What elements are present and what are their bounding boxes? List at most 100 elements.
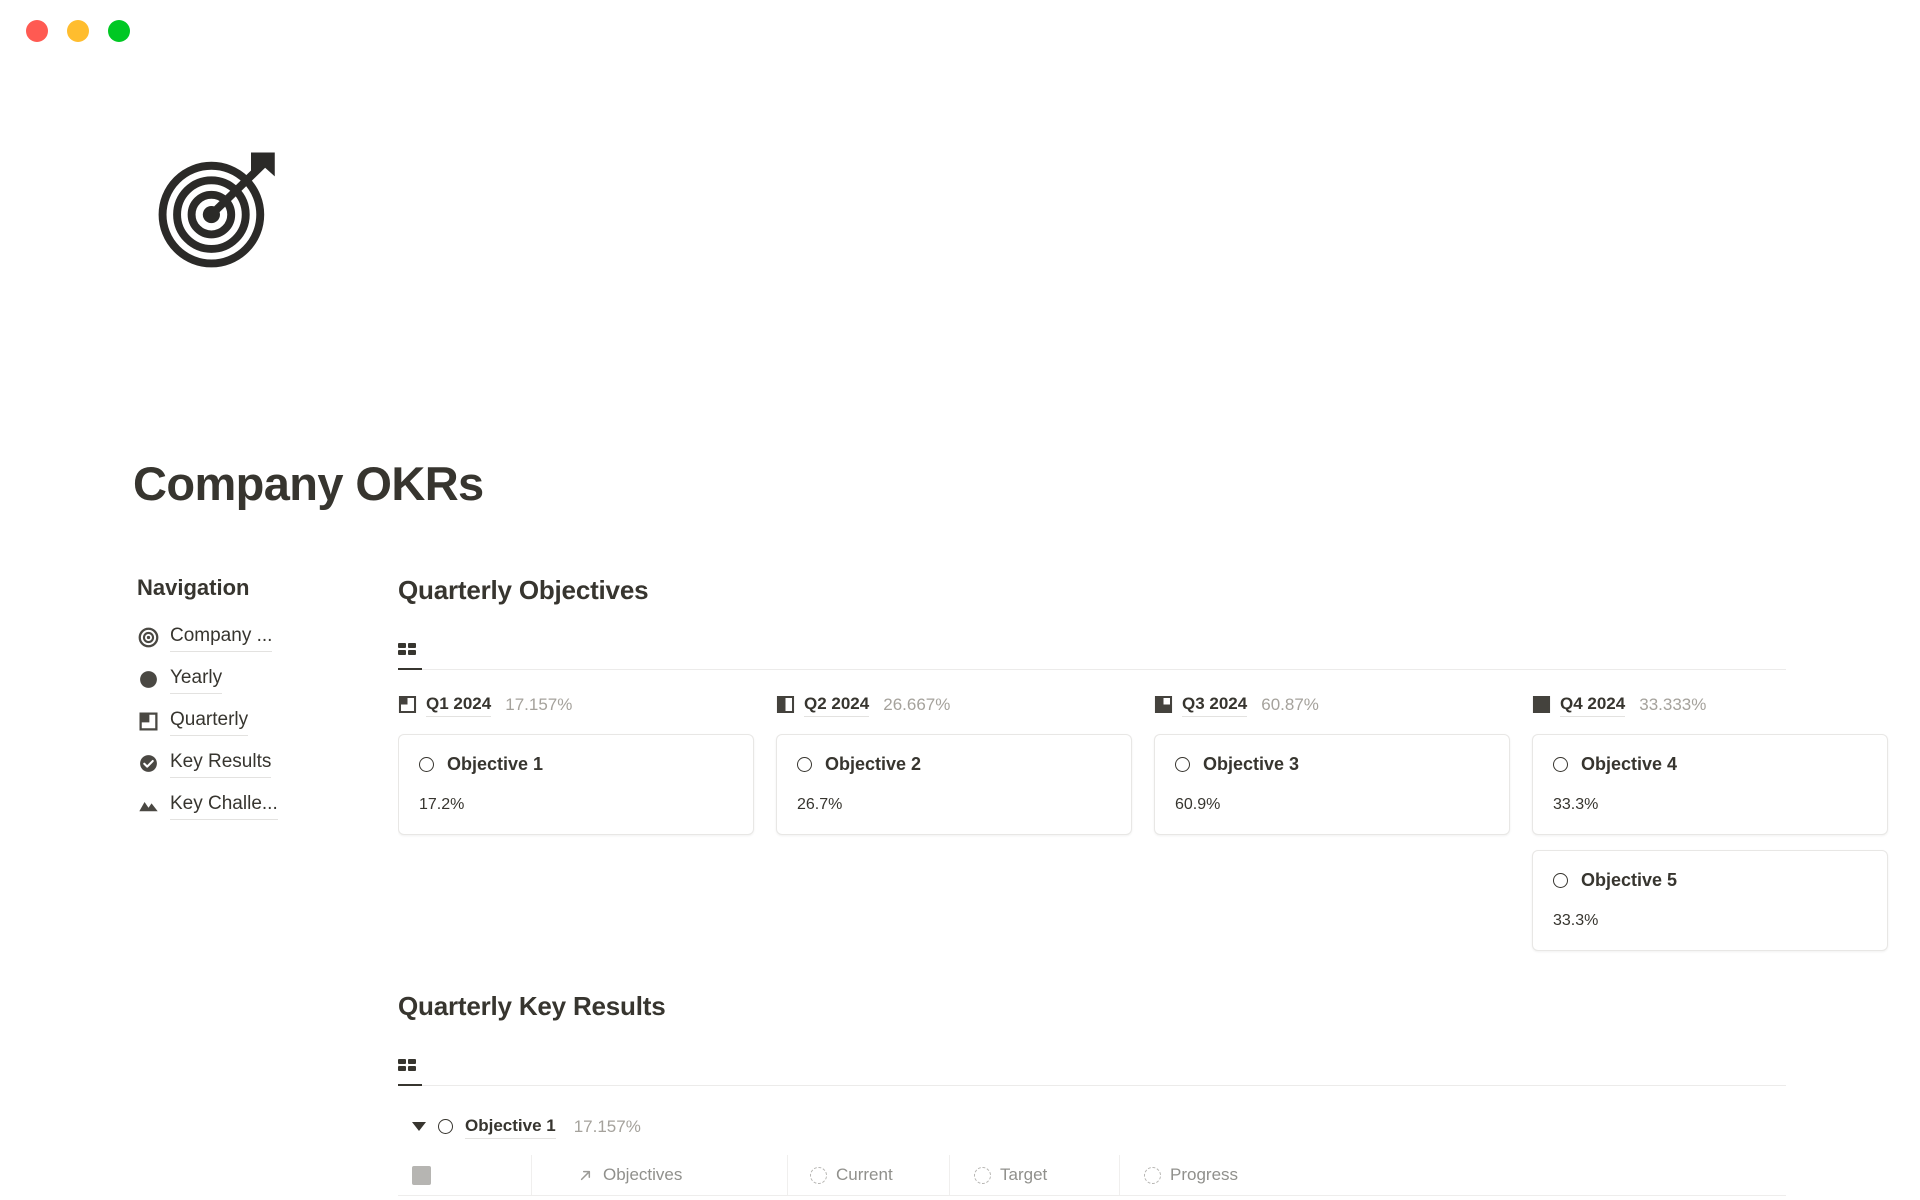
filled-circle-icon <box>137 669 159 691</box>
board-column-header[interactable]: Q1 2024 17.157% <box>398 690 754 720</box>
target-dart-icon[interactable] <box>152 142 284 274</box>
rollup-dashed-circle-icon <box>974 1167 991 1184</box>
key-results-group-header[interactable]: Objective 1 17.157% <box>398 1112 1920 1142</box>
board-grid-icon <box>398 643 416 655</box>
objective-card-title: Objective 3 <box>1203 753 1299 776</box>
objective-card-header: Objective 2 <box>797 753 1111 776</box>
table-column-label: Current <box>836 1155 893 1195</box>
circle-icon <box>797 757 812 772</box>
mountains-icon <box>137 795 159 817</box>
key-results-table: Objectives Current Target Progress <box>398 1156 1786 1200</box>
rollup-dashed-circle-icon <box>1144 1167 1161 1184</box>
sidebar-item-key-results[interactable]: Key Results <box>137 743 337 785</box>
group-percent: 17.157% <box>574 1116 641 1138</box>
board-column-percent: 33.333% <box>1639 694 1706 716</box>
quarter-filled-square-icon <box>398 695 417 714</box>
objective-card[interactable]: Objective 3 60.9% <box>1154 734 1510 835</box>
circle-icon <box>438 1119 453 1134</box>
page-corner-icon <box>137 711 159 733</box>
objective-card-title: Objective 2 <box>825 753 921 776</box>
close-button[interactable] <box>26 20 48 42</box>
maximize-button[interactable] <box>108 20 130 42</box>
navigation-sidebar: Navigation Company ... Yearly <box>137 574 337 827</box>
objectives-view-tab-bar <box>398 630 1786 670</box>
circle-icon <box>1553 873 1568 888</box>
objective-card-percent: 60.9% <box>1175 795 1489 816</box>
objective-card-header: Objective 5 <box>1553 869 1867 892</box>
objective-card[interactable]: Objective 5 33.3% <box>1532 850 1888 951</box>
table-column-header-target[interactable]: Target <box>950 1155 1120 1195</box>
check-circle-icon <box>137 753 159 775</box>
circle-icon <box>1553 757 1568 772</box>
board-column-name: Q1 2024 <box>426 693 491 717</box>
full-filled-square-icon <box>1532 695 1551 714</box>
board-column-name: Q2 2024 <box>804 693 869 717</box>
objective-card[interactable]: Objective 2 26.7% <box>776 734 1132 835</box>
target-icon <box>137 627 159 649</box>
tab-board-view-key-results[interactable] <box>398 1046 422 1086</box>
objective-card[interactable]: Objective 1 17.2% <box>398 734 754 835</box>
board-column-q4: Q4 2024 33.333% Objective 4 33.3% O <box>1532 690 1888 966</box>
board-column-header[interactable]: Q4 2024 33.333% <box>1532 690 1888 720</box>
main-content: Quarterly Objectives Q1 20 <box>398 62 1920 1200</box>
table-column-header-checkbox[interactable] <box>412 1155 532 1195</box>
objective-card-header: Objective 1 <box>419 753 733 776</box>
sidebar-item-label: Key Challe... <box>170 791 278 820</box>
tab-board-view-objectives[interactable] <box>398 630 422 670</box>
table-column-header-progress[interactable]: Progress <box>1120 1155 1320 1195</box>
half-filled-square-icon <box>776 695 795 714</box>
objectives-board: Q1 2024 17.157% Objective 1 17.2% <box>398 690 1920 966</box>
quarterly-objectives-section: Quarterly Objectives Q1 20 <box>398 574 1920 966</box>
rollup-dashed-circle-icon <box>810 1167 827 1184</box>
sidebar-item-label: Yearly <box>170 665 222 694</box>
objective-card-percent: 26.7% <box>797 795 1111 816</box>
sidebar-item-key-challenges[interactable]: Key Challe... <box>137 785 337 827</box>
sidebar-item-yearly[interactable]: Yearly <box>137 659 337 701</box>
sidebar-item-company[interactable]: Company ... <box>137 617 337 659</box>
objective-card-title: Objective 4 <box>1581 753 1677 776</box>
objective-card-title: Objective 5 <box>1581 869 1677 892</box>
table-column-header-current[interactable]: Current <box>788 1155 950 1195</box>
window-title-bar <box>0 0 1920 62</box>
section-title-objectives: Quarterly Objectives <box>398 574 1920 608</box>
traffic-light-controls <box>26 20 130 42</box>
table-header-row: Objectives Current Target Progress <box>398 1156 1786 1196</box>
board-column-q2: Q2 2024 26.667% Objective 2 26.7% <box>776 690 1132 966</box>
board-grid-icon <box>398 1059 416 1071</box>
table-column-header-objectives[interactable]: Objectives <box>532 1155 788 1195</box>
table-footer-count[interactable]: COUNT 2 <box>398 1196 1786 1200</box>
board-column-percent: 60.87% <box>1261 694 1319 716</box>
sidebar-item-label: Quarterly <box>170 707 248 736</box>
objective-card-percent: 17.2% <box>419 795 733 816</box>
quarterly-key-results-section: Quarterly Key Results Objective 1 17.157… <box>398 990 1920 1200</box>
table-column-label: Objectives <box>603 1155 682 1195</box>
sidebar-item-label: Company ... <box>170 623 272 652</box>
table-column-label: Target <box>1000 1155 1047 1195</box>
board-column-name: Q3 2024 <box>1182 693 1247 717</box>
caret-down-icon[interactable] <box>412 1122 426 1131</box>
gray-square-icon <box>412 1166 431 1185</box>
sidebar-item-quarterly[interactable]: Quarterly <box>137 701 337 743</box>
board-column-header[interactable]: Q2 2024 26.667% <box>776 690 1132 720</box>
section-title-key-results: Quarterly Key Results <box>398 990 1920 1024</box>
objective-card-percent: 33.3% <box>1553 795 1867 816</box>
board-column-q1: Q1 2024 17.157% Objective 1 17.2% <box>398 690 754 966</box>
key-results-view-tab-bar <box>398 1046 1786 1086</box>
board-column-header[interactable]: Q3 2024 60.87% <box>1154 690 1510 720</box>
relation-arrow-icon <box>577 1167 594 1184</box>
objective-card[interactable]: Objective 4 33.3% <box>1532 734 1888 835</box>
objective-card-header: Objective 3 <box>1175 753 1489 776</box>
board-column-percent: 17.157% <box>505 694 572 716</box>
circle-icon <box>1175 757 1190 772</box>
board-column-q3: Q3 2024 60.87% Objective 3 60.9% <box>1154 690 1510 966</box>
objective-card-percent: 33.3% <box>1553 911 1867 932</box>
sidebar-item-label: Key Results <box>170 749 271 778</box>
page-body: Company OKRs Navigation Company ... Year… <box>0 62 1920 1200</box>
table-column-label: Progress <box>1170 1155 1238 1195</box>
three-quarter-filled-square-icon <box>1154 695 1173 714</box>
group-name: Objective 1 <box>465 1115 556 1139</box>
board-column-name: Q4 2024 <box>1560 693 1625 717</box>
minimize-button[interactable] <box>67 20 89 42</box>
circle-icon <box>419 757 434 772</box>
objective-card-header: Objective 4 <box>1553 753 1867 776</box>
